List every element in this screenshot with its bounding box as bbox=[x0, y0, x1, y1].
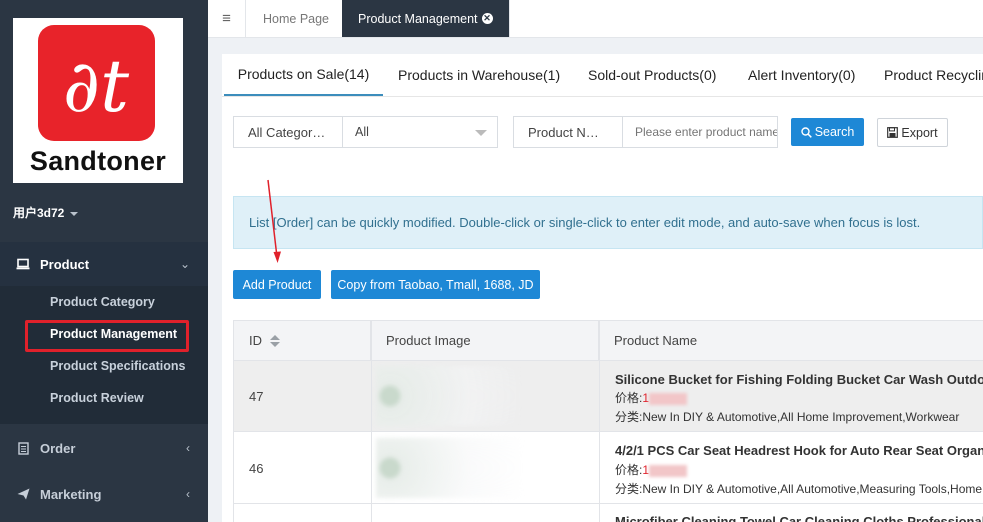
menu-marketing[interactable]: Marketing ‹ bbox=[0, 472, 208, 516]
row-id: 47 bbox=[249, 389, 264, 404]
submenu-product-category[interactable]: Product Category bbox=[50, 295, 155, 309]
user-menu[interactable]: 用户3d72 bbox=[13, 204, 79, 221]
product-name[interactable]: Silicone Bucket for Fishing Folding Buck… bbox=[615, 372, 983, 387]
copy-from-platforms-button-label: Copy from Taobao, Tmall, 1688, JD bbox=[337, 277, 534, 292]
search-button[interactable]: Search bbox=[791, 118, 864, 146]
column-header-product-image: Product Image bbox=[371, 321, 599, 361]
highlight-annotation-box bbox=[25, 320, 189, 352]
menu-product[interactable]: Product ⌄ bbox=[0, 242, 208, 286]
sort-icon[interactable] bbox=[270, 334, 280, 347]
product-name[interactable]: Microfiber Cleaning Towel Car Cleaning C… bbox=[615, 514, 983, 522]
tab-home-page-label: Home Page bbox=[263, 11, 330, 26]
menu-order[interactable]: Order ‹ bbox=[0, 426, 208, 470]
table-row[interactable]: 47 Silicone Bucket for Fishing Folding B… bbox=[234, 361, 983, 432]
column-header-product-image-label: Product Image bbox=[386, 333, 471, 348]
product-name-input[interactable] bbox=[622, 116, 778, 148]
product-price: 价格:1 bbox=[615, 461, 688, 478]
tab-products-in-warehouse[interactable]: Products in Warehouse(1) bbox=[398, 54, 560, 96]
menu-product-label: Product bbox=[40, 256, 90, 272]
info-notice-text: List [Order] can be quickly modified. Do… bbox=[249, 215, 921, 230]
logo-mark-icon: ∂t bbox=[38, 25, 155, 141]
product-category: 分类:New In DIY & Automotive,All Home Impr… bbox=[615, 410, 960, 424]
table-row[interactable]: 46 4/2/1 PCS Car Seat Headrest Hook for … bbox=[234, 432, 983, 504]
add-product-button-label: Add Product bbox=[242, 277, 312, 292]
logo-text: Sandtoner bbox=[29, 146, 167, 176]
product-table: ID Product Image Product Name 47 Silicon… bbox=[233, 320, 983, 522]
search-icon bbox=[800, 126, 812, 138]
column-header-product-name: Product Name bbox=[599, 321, 983, 361]
caret-down-icon bbox=[70, 211, 79, 216]
menu-marketing-label: Marketing bbox=[40, 486, 102, 502]
price-label: 价格: bbox=[615, 463, 643, 477]
chevron-down-icon: ⌄ bbox=[179, 257, 190, 271]
column-header-product-name-label: Product Name bbox=[614, 333, 698, 348]
add-product-button[interactable]: Add Product bbox=[233, 270, 321, 299]
product-name-filter-label: Product N… bbox=[513, 116, 623, 148]
brand-logo: ∂t Sandtoner bbox=[13, 18, 183, 183]
menu-toggle-icon[interactable]: ≡ bbox=[208, 0, 246, 37]
row-id: 46 bbox=[249, 461, 264, 476]
laptop-icon bbox=[16, 258, 30, 270]
search-button-label: Search bbox=[814, 125, 855, 139]
category-filter-label: All Categor… bbox=[233, 116, 343, 148]
dropdown-arrow-icon bbox=[475, 130, 487, 136]
menu-order-label: Order bbox=[40, 440, 76, 456]
submenu-product-specifications[interactable]: Product Specifications bbox=[50, 359, 185, 373]
price-label: 价格: bbox=[615, 391, 643, 405]
column-header-id[interactable]: ID bbox=[234, 321, 371, 361]
export-button[interactable]: Export bbox=[877, 118, 948, 147]
price-redaction bbox=[649, 392, 688, 405]
chevron-left-icon: ‹ bbox=[186, 441, 190, 455]
export-button-label: Export bbox=[901, 125, 938, 140]
top-tab-bar: ≡ Home Page Product Management ✕ bbox=[208, 0, 983, 38]
close-tab-icon[interactable]: ✕ bbox=[481, 13, 493, 24]
tab-product-recycling[interactable]: Product Recycling bbox=[884, 54, 983, 96]
paper-plane-icon bbox=[16, 488, 30, 500]
column-divider bbox=[371, 321, 372, 522]
svg-text:∂t: ∂t bbox=[63, 44, 130, 128]
product-name-input-field[interactable] bbox=[635, 125, 777, 139]
tab-sold-out-products[interactable]: Sold-out Products(0) bbox=[588, 54, 716, 96]
document-icon bbox=[16, 441, 30, 455]
tab-home-page[interactable]: Home Page bbox=[247, 0, 347, 37]
user-name: 用户3d72 bbox=[13, 206, 65, 220]
product-name-filter-label-text: Product N… bbox=[528, 124, 599, 140]
category-select-value: All bbox=[355, 125, 369, 139]
table-row[interactable]: Microfiber Cleaning Towel Car Cleaning C… bbox=[234, 504, 983, 522]
save-icon bbox=[887, 127, 899, 138]
product-name[interactable]: 4/2/1 PCS Car Seat Headrest Hook for Aut… bbox=[615, 443, 983, 458]
product-image-blurred bbox=[376, 366, 521, 426]
product-image-blurred bbox=[376, 438, 521, 498]
tab-products-on-sale[interactable]: Products on Sale(14) bbox=[224, 54, 383, 96]
info-notice: List [Order] can be quickly modified. Do… bbox=[233, 196, 983, 249]
price-redaction bbox=[649, 464, 688, 477]
tab-product-management[interactable]: Product Management ✕ bbox=[342, 0, 510, 37]
column-divider bbox=[599, 321, 600, 522]
chevron-left-icon: ‹ bbox=[186, 487, 190, 501]
product-category: 分类:New In DIY & Automotive,All Automotiv… bbox=[615, 482, 983, 496]
copy-from-platforms-button[interactable]: Copy from Taobao, Tmall, 1688, JD bbox=[331, 270, 540, 299]
tab-alert-inventory[interactable]: Alert Inventory(0) bbox=[748, 54, 855, 96]
sidebar: ∂t Sandtoner 用户3d72 Product ⌄ Product Ca… bbox=[0, 0, 208, 522]
category-select[interactable]: All bbox=[342, 116, 498, 148]
product-price: 价格:1 bbox=[615, 389, 688, 406]
submenu-product-review[interactable]: Product Review bbox=[50, 391, 144, 405]
tab-divider bbox=[222, 96, 983, 97]
price-value: 1 bbox=[642, 463, 650, 477]
price-value: 1 bbox=[642, 391, 650, 405]
category-filter-label-text: All Categor… bbox=[248, 124, 326, 140]
column-header-id-label: ID bbox=[249, 333, 262, 348]
tab-product-management-label: Product Management bbox=[358, 11, 478, 26]
